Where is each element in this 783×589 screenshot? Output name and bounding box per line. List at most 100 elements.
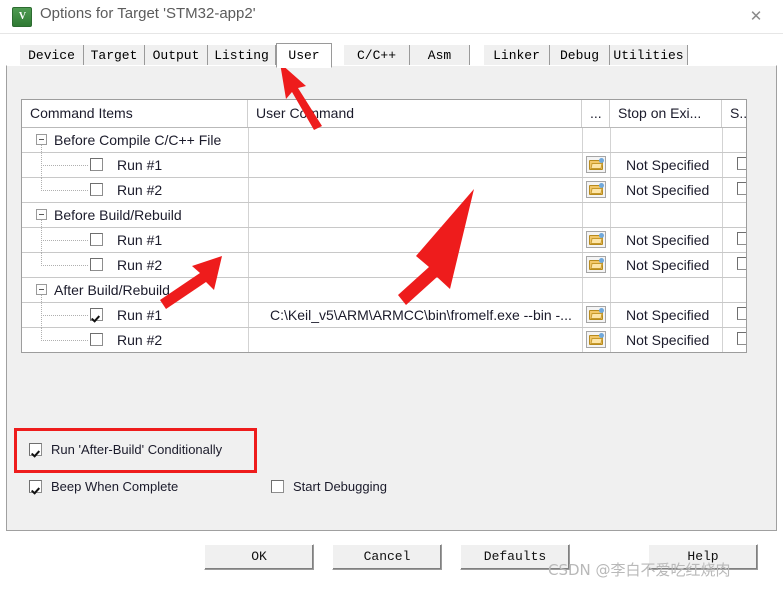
title-bar: V Options for Target 'STM32-app2' ✕	[0, 0, 783, 34]
column-separator	[582, 278, 583, 302]
column-separator	[582, 128, 583, 152]
browse-folder-button[interactable]	[586, 331, 606, 348]
browse-folder-button[interactable]	[586, 156, 606, 173]
column-separator	[248, 228, 249, 252]
grid-row[interactable]: Run #1 Not Specified	[22, 153, 746, 178]
folder-badge-icon	[599, 183, 604, 188]
tab-user[interactable]: User	[276, 43, 332, 68]
beep-when-complete-label[interactable]: Beep When Complete	[51, 479, 178, 494]
window-title: Options for Target 'STM32-app2'	[40, 5, 256, 22]
stop-on-exit-value[interactable]: Not Specified	[626, 178, 709, 202]
grid-header-command-items[interactable]: Command Items	[22, 100, 248, 127]
tree-item-label[interactable]: Run #1	[117, 153, 162, 177]
browse-folder-button[interactable]	[586, 306, 606, 323]
column-separator	[722, 253, 723, 277]
run-after-build-conditionally-label[interactable]: Run 'After-Build' Conditionally	[51, 442, 222, 457]
stop-on-exit-value[interactable]: Not Specified	[626, 328, 709, 352]
tab-linker[interactable]: Linker	[484, 45, 550, 66]
grid-row[interactable]: After Build/Rebuild	[22, 278, 746, 328]
user-command-text[interactable]: C:\Keil_v5\ARM\ARMCC\bin\fromelf.exe --b…	[270, 303, 572, 327]
stop-column-checkbox[interactable]	[737, 332, 746, 345]
tab-asm[interactable]: Asm	[410, 45, 470, 66]
stop-on-exit-value[interactable]: Not Specified	[626, 253, 709, 277]
grid-row[interactable]: Run #2 Not Specified	[22, 328, 746, 352]
column-separator	[582, 253, 583, 277]
grid-row[interactable]: Before Compile C/C++ File	[22, 128, 746, 178]
stop-column-checkbox[interactable]	[737, 232, 746, 245]
folder-badge-icon	[599, 333, 604, 338]
tree-collapse-icon[interactable]	[36, 284, 47, 295]
tree-group-label[interactable]: Before Build/Rebuild	[54, 203, 182, 227]
column-separator	[610, 328, 611, 352]
column-separator	[610, 153, 611, 177]
tab-output[interactable]: Output	[145, 45, 208, 66]
browse-folder-button[interactable]	[586, 231, 606, 248]
column-separator	[248, 128, 249, 152]
run-enable-checkbox[interactable]	[90, 308, 103, 321]
grid-row[interactable]: Run #1 C:\Keil_v5\ARM\ARMCC\bin\fromelf.e…	[22, 303, 746, 328]
grid-row[interactable]: Run #1 Not Specified	[22, 228, 746, 253]
column-separator	[722, 203, 723, 227]
defaults-button[interactable]: Defaults	[460, 544, 570, 570]
ok-button[interactable]: OK	[204, 544, 314, 570]
user-tab-panel: Command Items User Command... Stop on Exi.…	[6, 65, 777, 531]
column-separator	[610, 203, 611, 227]
tree-line	[41, 328, 42, 340]
browse-folder-button[interactable]	[586, 256, 606, 273]
command-items-grid: Command Items User Command... Stop on Exi.…	[21, 99, 747, 353]
tree-item-label[interactable]: Run #2	[117, 253, 162, 277]
browse-folder-button[interactable]	[586, 181, 606, 198]
close-icon[interactable]: ✕	[737, 4, 775, 30]
grid-header-stop-on-exit[interactable]: Stop on Exi...	[610, 100, 722, 127]
tree-group-label[interactable]: After Build/Rebuild	[54, 278, 170, 302]
tab-strip: Device Target Output Listing User C/C++ Asm Lin…	[6, 43, 777, 68]
run-enable-checkbox[interactable]	[90, 333, 103, 346]
tree-item-label[interactable]: Run #2	[117, 178, 162, 202]
tree-item-label[interactable]: Run #1	[117, 303, 162, 327]
grid-body: Before Compile C/C++ File Run #1 Not Speci…	[22, 128, 746, 352]
grid-row[interactable]: Run #2 Not Specified	[22, 178, 746, 203]
stop-on-exit-value[interactable]: Not Specified	[626, 153, 709, 177]
grid-header-user-command[interactable]: User Command	[248, 100, 582, 127]
column-separator	[722, 328, 723, 352]
run-enable-checkbox[interactable]	[90, 233, 103, 246]
tree-item-label[interactable]: Run #2	[117, 328, 162, 352]
grid-row[interactable]: Before Build/Rebuild	[22, 203, 746, 253]
run-enable-checkbox[interactable]	[90, 158, 103, 171]
column-separator	[722, 178, 723, 202]
column-separator	[248, 303, 249, 327]
tree-group-label[interactable]: Before Compile C/C++ File	[54, 128, 221, 152]
cancel-button[interactable]: Cancel	[332, 544, 442, 570]
tab-debug[interactable]: Debug	[550, 45, 610, 66]
tree-item-label[interactable]: Run #1	[117, 228, 162, 252]
tree-line	[41, 190, 89, 191]
folder-badge-icon	[599, 233, 604, 238]
column-separator	[722, 128, 723, 152]
tab-listing[interactable]: Listing	[208, 45, 276, 66]
stop-column-checkbox[interactable]	[737, 307, 746, 320]
start-debugging-label[interactable]: Start Debugging	[293, 479, 387, 494]
beep-when-complete-checkbox[interactable]	[29, 480, 42, 493]
run-enable-checkbox[interactable]	[90, 183, 103, 196]
grid-header-browse[interactable]: ...	[582, 100, 610, 127]
tab-target[interactable]: Target	[84, 45, 145, 66]
folder-badge-icon	[599, 258, 604, 263]
run-after-build-conditionally-checkbox[interactable]	[29, 443, 42, 456]
tab-device[interactable]: Device	[20, 45, 84, 66]
help-button[interactable]: Help	[648, 544, 758, 570]
start-debugging-checkbox[interactable]	[271, 480, 284, 493]
stop-column-checkbox[interactable]	[737, 182, 746, 195]
stop-column-checkbox[interactable]	[737, 257, 746, 270]
column-separator	[722, 153, 723, 177]
tab-c-c[interactable]: C/C++	[344, 45, 410, 66]
tree-collapse-icon[interactable]	[36, 134, 47, 145]
column-separator	[582, 228, 583, 252]
grid-row[interactable]: Run #2 Not Specified	[22, 253, 746, 278]
stop-column-checkbox[interactable]	[737, 157, 746, 170]
grid-header-stop[interactable]: S...	[722, 100, 746, 127]
stop-on-exit-value[interactable]: Not Specified	[626, 303, 709, 327]
stop-on-exit-value[interactable]: Not Specified	[626, 228, 709, 252]
tab-utilities[interactable]: Utilities	[610, 45, 688, 66]
tree-collapse-icon[interactable]	[36, 209, 47, 220]
run-enable-checkbox[interactable]	[90, 258, 103, 271]
